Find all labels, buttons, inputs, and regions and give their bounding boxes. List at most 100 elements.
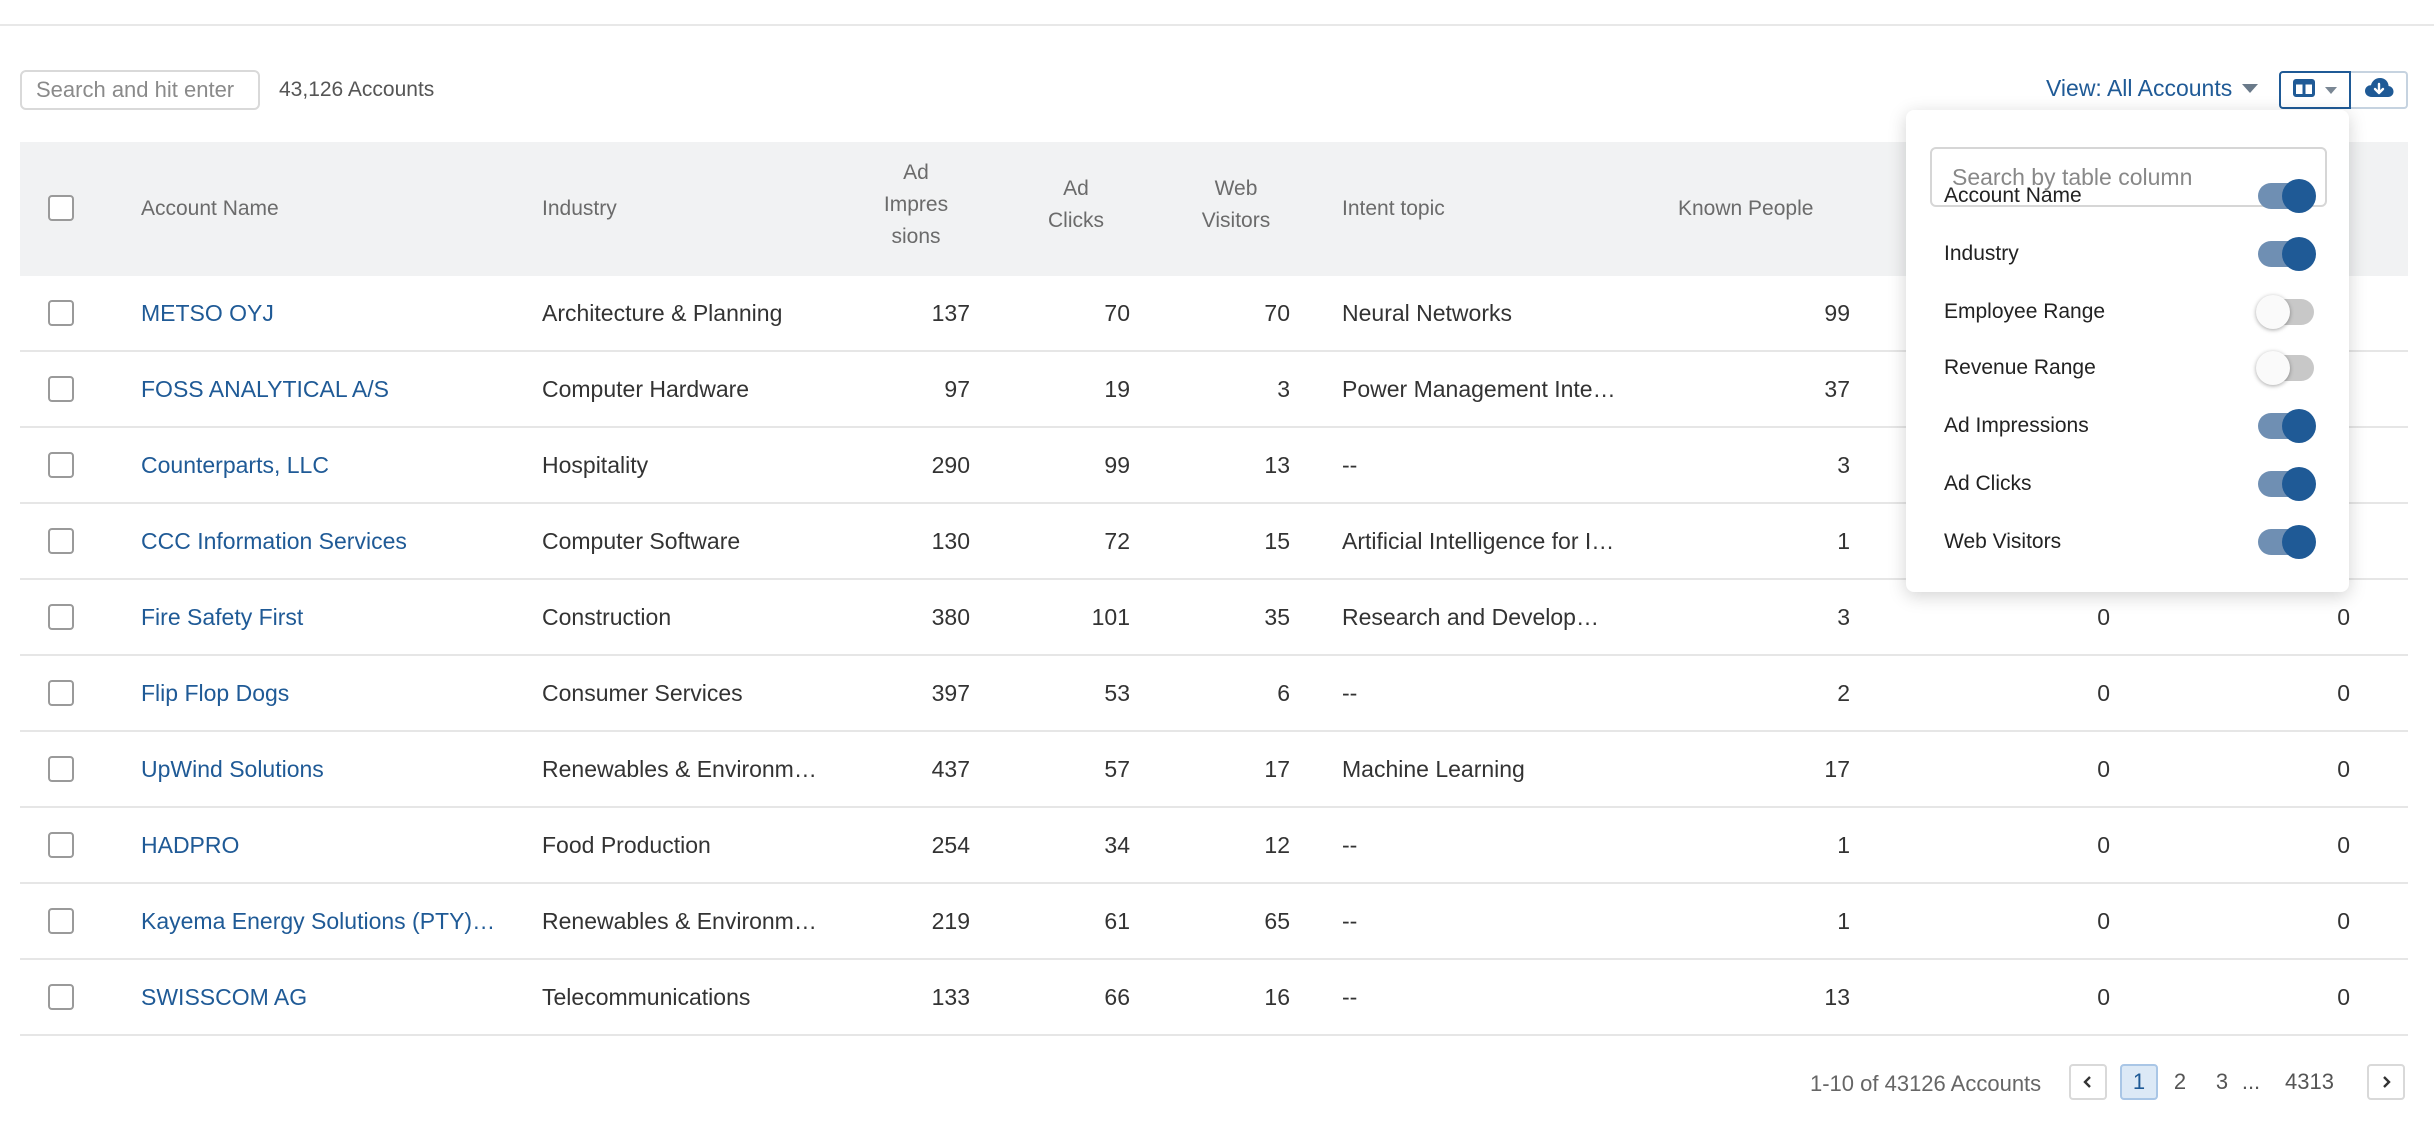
- metric-cell: 0: [2337, 908, 2350, 934]
- column-toggle-label: Ad Impressions: [1944, 414, 2089, 437]
- table-row[interactable]: Kayema Energy Solutions (PTY)… Renewables…: [20, 884, 2408, 960]
- ad-impressions-cell: 290: [931, 452, 970, 478]
- ad-clicks-cell: 72: [1104, 528, 1130, 554]
- account-name-link[interactable]: UpWind Solutions: [141, 732, 501, 806]
- industry-cell: Hospitality: [542, 452, 649, 478]
- row-checkbox[interactable]: [48, 756, 74, 782]
- ad-impressions-cell: 437: [931, 756, 970, 782]
- page-button-1[interactable]: 1: [2120, 1064, 2158, 1100]
- row-checkbox[interactable]: [48, 832, 74, 858]
- column-header-account-name[interactable]: Account Name: [141, 193, 279, 225]
- ad-impressions-cell: 133: [931, 984, 970, 1010]
- row-checkbox[interactable]: [48, 452, 74, 478]
- ad-impressions-cell: 137: [931, 300, 970, 326]
- account-name-link[interactable]: Flip Flop Dogs: [141, 656, 501, 730]
- account-name-link[interactable]: CCC Information Services: [141, 504, 501, 578]
- industry-cell: Renewables & Environm…: [542, 756, 817, 782]
- toggle-knob: [2282, 179, 2316, 213]
- industry-cell: Construction: [542, 604, 672, 630]
- metric-cell: 0: [2097, 680, 2110, 706]
- column-toggle-item: Employee Range: [1944, 292, 2314, 332]
- web-visitors-cell: 17: [1264, 756, 1290, 782]
- pagination-ellipsis: ...: [2241, 1069, 2261, 1094]
- column-toggle-label: Ad Clicks: [1944, 472, 2032, 495]
- column-toggle-switch[interactable]: [2258, 237, 2316, 271]
- account-name-link[interactable]: Fire Safety First: [141, 580, 501, 654]
- account-name-link[interactable]: Counterparts, LLC: [141, 428, 501, 502]
- column-header-web-visitors[interactable]: Web Visitors: [1176, 173, 1296, 237]
- account-name-link[interactable]: HADPRO: [141, 808, 501, 882]
- ad-impressions-cell: 397: [931, 680, 970, 706]
- known-people-cell: 3: [1837, 604, 1850, 630]
- search-input[interactable]: [20, 70, 260, 110]
- ad-clicks-cell: 34: [1104, 832, 1130, 858]
- known-people-cell: 3: [1837, 452, 1850, 478]
- intent-topic-cell: Machine Learning: [1342, 756, 1525, 782]
- web-visitors-cell: 65: [1264, 908, 1290, 934]
- account-name-link[interactable]: FOSS ANALYTICAL A/S: [141, 352, 501, 426]
- column-toggle-switch[interactable]: [2258, 525, 2316, 559]
- account-name-link[interactable]: Kayema Energy Solutions (PTY)…: [141, 884, 501, 958]
- ad-impressions-cell: 254: [931, 832, 970, 858]
- column-header-industry[interactable]: Industry: [542, 193, 617, 225]
- known-people-cell: 99: [1824, 300, 1850, 326]
- column-toggle-item: Ad Impressions: [1944, 406, 2316, 446]
- ad-impressions-cell: 380: [931, 604, 970, 630]
- table-row[interactable]: SWISSCOM AG Telecommunications 133 66 16 -- 13…: [20, 960, 2408, 1036]
- header-line: Ad: [903, 161, 929, 184]
- web-visitors-cell: 13: [1264, 452, 1290, 478]
- ad-clicks-cell: 70: [1104, 300, 1130, 326]
- column-toggle-switch[interactable]: [2258, 179, 2316, 213]
- intent-topic-cell: --: [1342, 908, 1358, 934]
- column-toggle-switch[interactable]: [2258, 467, 2316, 501]
- row-checkbox[interactable]: [48, 376, 74, 402]
- known-people-cell: 37: [1824, 376, 1850, 402]
- row-checkbox[interactable]: [48, 528, 74, 554]
- column-toggle-switch[interactable]: [2258, 409, 2316, 443]
- column-header-ad-impressions[interactable]: Ad Impres sions: [856, 157, 976, 253]
- view-selector[interactable]: View: All Accounts: [2046, 75, 2259, 102]
- page-button-last[interactable]: 4313: [2285, 1064, 2334, 1100]
- column-header-ad-clicks[interactable]: Ad Clicks: [1016, 173, 1136, 237]
- industry-cell: Computer Hardware: [542, 376, 750, 402]
- metric-cell: 0: [2097, 832, 2110, 858]
- caret-down-icon: [2242, 84, 2259, 93]
- column-toggle-item: Web Visitors: [1944, 522, 2316, 562]
- table-row[interactable]: UpWind Solutions Renewables & Environm… 43…: [20, 732, 2408, 808]
- account-name-link[interactable]: METSO OYJ: [141, 276, 501, 350]
- ad-clicks-cell: 101: [1091, 604, 1130, 630]
- row-checkbox[interactable]: [48, 984, 74, 1010]
- row-checkbox[interactable]: [48, 680, 74, 706]
- column-toggle-label: Industry: [1944, 242, 2019, 265]
- account-name-link[interactable]: SWISSCOM AG: [141, 960, 501, 1034]
- columns-button[interactable]: [2279, 71, 2351, 109]
- download-button[interactable]: [2351, 71, 2408, 109]
- table-row[interactable]: Flip Flop Dogs Consumer Services 397 53 6 -- 2…: [20, 656, 2408, 732]
- column-toggle-switch[interactable]: [2256, 295, 2314, 329]
- page-button-2[interactable]: 2: [2161, 1064, 2199, 1100]
- table-row[interactable]: HADPRO Food Production 254 34 12 -- 1 0 0: [20, 808, 2408, 884]
- prev-page-button[interactable]: [2069, 1064, 2107, 1100]
- row-checkbox[interactable]: [48, 604, 74, 630]
- column-toggle-switch[interactable]: [2256, 351, 2314, 385]
- next-page-button[interactable]: [2367, 1064, 2405, 1100]
- header-line: Impres: [883, 193, 949, 216]
- column-header-intent-topic[interactable]: Intent topic: [1342, 193, 1445, 225]
- header-line: sions: [891, 225, 941, 248]
- intent-topic-cell: Artificial Intelligence for I…: [1342, 528, 1615, 554]
- select-all-checkbox[interactable]: [48, 195, 74, 221]
- row-checkbox[interactable]: [48, 300, 74, 326]
- chevron-right-icon: [2380, 1069, 2392, 1095]
- metric-cell: 0: [2097, 756, 2110, 782]
- known-people-cell: 17: [1824, 756, 1850, 782]
- metric-cell: 0: [2097, 908, 2110, 934]
- web-visitors-cell: 15: [1264, 528, 1290, 554]
- web-visitors-cell: 35: [1264, 604, 1290, 630]
- known-people-cell: 2: [1837, 680, 1850, 706]
- web-visitors-cell: 16: [1264, 984, 1290, 1010]
- row-checkbox[interactable]: [48, 908, 74, 934]
- metric-cell: 0: [2337, 680, 2350, 706]
- column-header-known-people[interactable]: Known People: [1678, 193, 1813, 225]
- header-line: Web: [1214, 177, 1258, 200]
- intent-topic-cell: Power Management Inte…: [1342, 376, 1616, 402]
